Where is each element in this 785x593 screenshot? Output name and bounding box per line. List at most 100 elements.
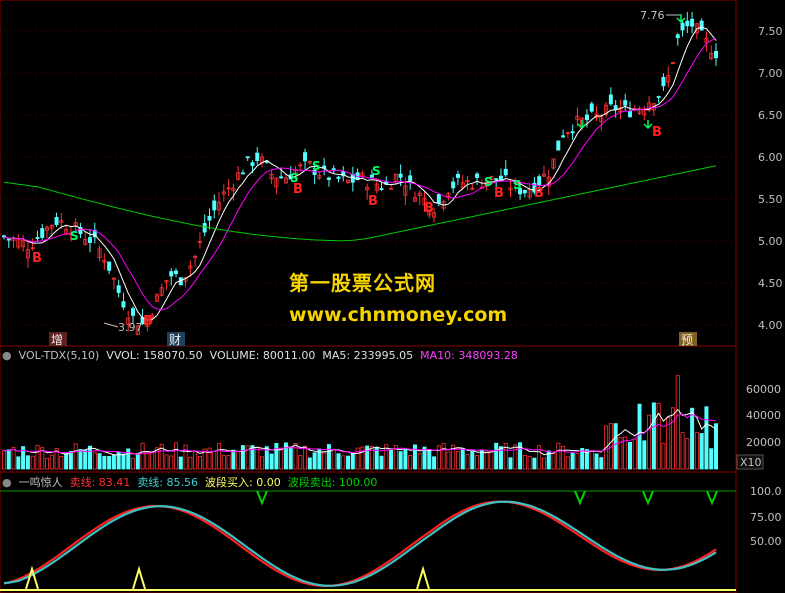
volume-bar	[699, 433, 704, 470]
buy-signal-marker: B	[652, 125, 662, 140]
oscillator-red-line	[3, 500, 717, 588]
volume-bar	[97, 453, 102, 470]
volume-bar	[226, 454, 231, 470]
period-mark: 预	[681, 333, 693, 347]
volume-tick: 20000	[746, 436, 781, 449]
volume-bar	[475, 455, 480, 470]
low-price-label: 3.97	[118, 321, 143, 334]
candle-body	[623, 100, 628, 106]
volume-bar	[398, 451, 403, 470]
candle-body	[245, 156, 250, 159]
volume-bar	[303, 445, 308, 470]
volume-bar	[494, 442, 499, 470]
wave-buy-marker	[132, 565, 146, 590]
volume-bar	[441, 443, 446, 470]
volume-bar	[107, 456, 112, 470]
candle-body	[494, 178, 499, 181]
period-mark: 财	[169, 333, 181, 347]
candle-body	[656, 96, 661, 98]
buy-signal-marker: B	[494, 186, 504, 201]
candle-body	[389, 187, 394, 190]
volume-bar	[651, 402, 656, 470]
candle-body	[455, 173, 460, 178]
volume-bar	[613, 423, 618, 470]
volume-bar	[647, 414, 652, 470]
buy-signal-marker: B	[534, 186, 544, 201]
price-tick: 4.50	[758, 277, 783, 290]
volume-bar	[212, 451, 217, 470]
candle-body	[627, 111, 632, 118]
candle-body	[40, 228, 45, 238]
volume-bar	[126, 448, 131, 470]
volume-bar	[207, 447, 212, 470]
volume-bars	[2, 375, 719, 470]
wave-sell-marker	[642, 490, 654, 506]
sell-line-2: 卖线: 85.56	[137, 476, 199, 489]
volume-bar	[556, 442, 561, 470]
volume-bar	[479, 450, 484, 470]
volume-bar	[532, 457, 537, 470]
candle-body	[35, 237, 40, 239]
volume-bar	[341, 455, 346, 470]
volume-bar	[83, 449, 88, 470]
volume-tick: 60000	[746, 383, 781, 396]
volume-bar	[460, 447, 465, 470]
volume-bar	[111, 455, 116, 470]
ma10-value: MA10: 348093.28	[420, 349, 518, 362]
candle-body	[255, 152, 260, 162]
volume-bar	[427, 449, 432, 470]
volume-bar	[68, 451, 73, 470]
volume-bar	[197, 456, 202, 470]
volume-bar	[217, 443, 222, 470]
volume-bar	[102, 455, 107, 470]
volume-bar	[389, 449, 394, 470]
volume-bar	[140, 442, 145, 470]
price-tick: 7.00	[758, 67, 783, 80]
volume-bar	[346, 455, 351, 470]
volume-bar	[714, 423, 719, 470]
candle-body	[202, 223, 207, 233]
candle-body	[613, 105, 618, 110]
buy-signal-marker: B	[368, 194, 378, 209]
buy-signal-marker: B	[32, 251, 42, 266]
volume-bar	[489, 450, 494, 470]
volume-bar	[121, 453, 126, 470]
wave-buy-marker	[416, 565, 430, 590]
signal-markers: BBBB BB BBSSS SS S	[25, 14, 718, 590]
volume-bar	[174, 442, 179, 470]
candle-body	[537, 176, 542, 186]
volume-bar	[164, 454, 169, 470]
volume-bar	[269, 453, 274, 470]
candle-body	[589, 103, 594, 112]
volume-bar	[45, 457, 50, 470]
volume-bar	[6, 449, 11, 470]
volume-bar	[589, 450, 594, 470]
oscillator-lines	[0, 500, 736, 591]
volume-bar	[594, 453, 599, 470]
sell-signal-marker: S	[70, 229, 79, 243]
volume-bar	[231, 449, 236, 470]
price-tick: 5.00	[758, 235, 783, 248]
candle-body	[675, 34, 680, 39]
volume-bar	[331, 448, 336, 470]
volume-bar	[16, 456, 21, 470]
sell-signal-marker: S	[372, 164, 381, 178]
volume-bar	[704, 406, 709, 470]
volume-bar	[694, 432, 699, 470]
candle-body	[240, 172, 245, 175]
osc-axis: 100.0 75.00 50.00	[750, 485, 782, 548]
price-tick: 7.50	[758, 25, 783, 38]
watermark-title: 第一股票公式网	[289, 271, 436, 295]
volume-bar	[417, 453, 422, 470]
buy-signal-marker: B	[143, 314, 153, 329]
wave-sell-marker	[256, 490, 268, 506]
volume-bar	[709, 448, 714, 470]
candle-body	[131, 308, 136, 316]
volume-bar	[145, 452, 150, 470]
volume-bar	[350, 453, 355, 470]
volume-unit: X10	[740, 456, 762, 469]
candle-body	[498, 175, 503, 181]
candle-body	[379, 188, 384, 190]
volume-bar	[632, 438, 637, 470]
candle-body	[212, 200, 217, 211]
